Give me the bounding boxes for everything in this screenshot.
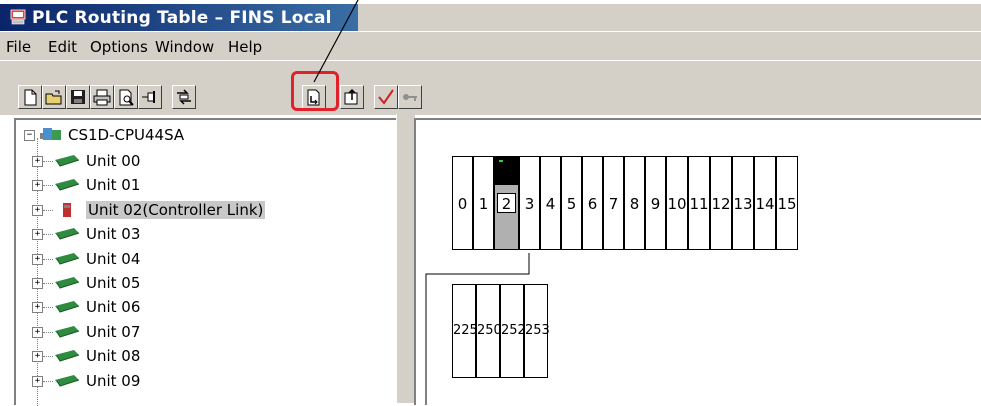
expand-icon[interactable]: + xyxy=(32,375,43,387)
transfer-icon[interactable] xyxy=(172,85,196,109)
expand-icon[interactable]: + xyxy=(32,229,43,241)
upload-icon[interactable] xyxy=(340,85,364,109)
unit-board-icon xyxy=(55,374,80,387)
tree-item-label: Unit 06 xyxy=(86,298,141,317)
tree-view[interactable]: − CS1D-CPU44SA + Unit 00 + Unit 01 + Unit 02(… xyxy=(14,118,396,406)
menu-edit[interactable]: Edit xyxy=(48,38,77,56)
expand-icon[interactable]: + xyxy=(32,351,43,363)
network-node-number: 250 xyxy=(477,323,502,338)
expand-icon[interactable]: + xyxy=(32,326,43,338)
tree-item-label: Unit 00 xyxy=(86,152,141,170)
unit-board-icon xyxy=(55,252,80,265)
tree-item-label: Unit 01 xyxy=(86,176,141,195)
print-preview-icon[interactable] xyxy=(114,85,138,109)
tree-guide-h xyxy=(43,331,53,333)
expand-icon[interactable]: + xyxy=(32,156,43,167)
network-node-number: 253 xyxy=(525,323,550,338)
unit-board-icon xyxy=(55,277,80,289)
network-node-number: 225 xyxy=(453,323,478,338)
key-icon[interactable] xyxy=(398,85,422,109)
tree-item-label: Unit 08 xyxy=(86,347,141,366)
network-node[interactable]: 225 xyxy=(452,284,478,378)
expand-icon[interactable]: + xyxy=(32,204,43,216)
check-icon[interactable] xyxy=(374,85,398,109)
tree-guide-h xyxy=(43,307,53,309)
open-icon[interactable] xyxy=(42,85,66,109)
highlight-box xyxy=(291,71,339,111)
unit-board-icon xyxy=(55,325,80,338)
tree-guide-h xyxy=(43,356,53,358)
cpu-rack-icon xyxy=(40,128,61,140)
tree-guide-h xyxy=(43,161,53,162)
menu-file[interactable]: File xyxy=(6,38,31,56)
expand-icon[interactable]: + xyxy=(32,278,43,289)
tree-root-label: CS1D-CPU44SA xyxy=(68,126,185,144)
unit-board-icon xyxy=(55,155,80,167)
tree-item-label: Unit 07 xyxy=(86,322,141,341)
expand-icon[interactable]: + xyxy=(32,302,43,314)
menu-bar: File Edit Options Window Help xyxy=(0,32,981,60)
new-icon[interactable] xyxy=(18,85,42,109)
tree-item-label: Unit 09 xyxy=(86,371,141,390)
network-node[interactable]: 250 xyxy=(476,284,502,378)
print-icon[interactable] xyxy=(90,85,114,109)
pane-splitter[interactable] xyxy=(396,114,415,403)
unit-board-icon xyxy=(55,350,80,362)
plc-app-icon[interactable] xyxy=(10,9,26,25)
title-bar-fill xyxy=(358,4,981,31)
menu-help[interactable]: Help xyxy=(228,38,262,56)
window-title: PLC Routing Table – FINS Local xyxy=(32,8,332,28)
save-icon[interactable] xyxy=(66,85,90,109)
menu-options[interactable]: Options xyxy=(90,38,148,56)
tree-item-label: Unit 05 xyxy=(86,274,141,292)
expand-icon[interactable]: + xyxy=(32,180,43,192)
tree-guide-h xyxy=(43,258,53,260)
collapse-icon[interactable]: − xyxy=(24,130,35,141)
routing-canvas: 0 1 2 3 4 5 6 7 8 9 10 11 12 13 14 15 225 250 252 253 xyxy=(414,118,981,405)
unit-board-icon xyxy=(55,301,80,313)
tree-guide-h xyxy=(43,283,53,284)
tree-guide-h xyxy=(43,185,53,187)
network-node[interactable]: 252 xyxy=(500,284,526,378)
expand-icon[interactable]: + xyxy=(32,253,43,265)
tree-guide-h xyxy=(43,209,53,211)
unit-board-icon xyxy=(55,228,80,240)
tree-item-label: Unit 04 xyxy=(86,249,141,268)
tree-item-label: Unit 03 xyxy=(86,225,141,244)
unit-board-icon xyxy=(55,179,80,191)
network-node-number: 252 xyxy=(501,323,526,338)
pin-icon[interactable] xyxy=(138,85,162,109)
tree-guide xyxy=(37,138,38,406)
controller-link-icon xyxy=(63,202,71,217)
title-bar: PLC Routing Table – FINS Local xyxy=(0,0,981,32)
network-node[interactable]: 253 xyxy=(524,284,550,378)
toolbar xyxy=(0,60,981,115)
menu-window[interactable]: Window xyxy=(155,38,214,56)
tree-guide-h xyxy=(43,380,53,382)
tree-guide-h xyxy=(43,234,53,236)
tree-item-label: Unit 02(Controller Link) xyxy=(86,200,266,219)
